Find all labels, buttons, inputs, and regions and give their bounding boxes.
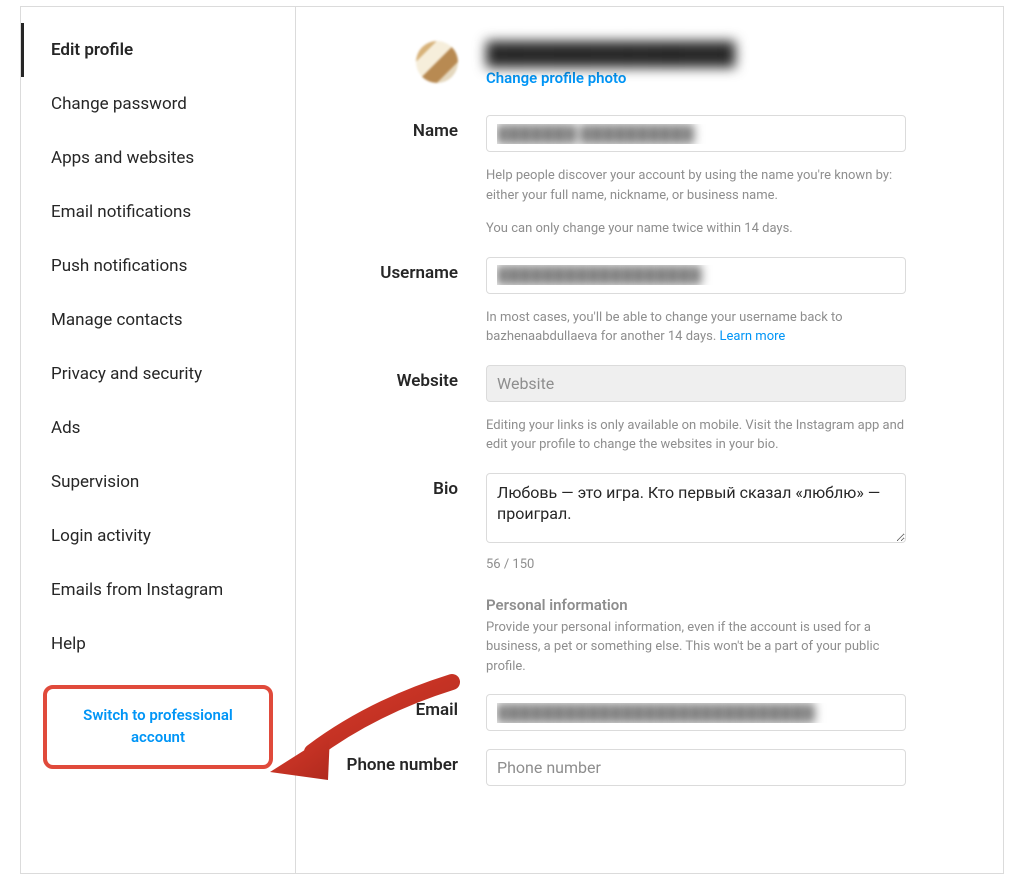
- sidebar-item-manage-contacts[interactable]: Manage contacts: [21, 293, 295, 347]
- email-input[interactable]: [486, 694, 906, 731]
- sidebar-item-label: Edit profile: [51, 40, 133, 60]
- website-label: Website: [332, 365, 486, 391]
- sidebar-item-privacy-security[interactable]: Privacy and security: [21, 347, 295, 401]
- username-learn-more-link[interactable]: Learn more: [720, 329, 786, 344]
- website-help: Editing your links is only available on …: [486, 416, 906, 455]
- sidebar-item-label: Push notifications: [51, 256, 187, 276]
- bio-label: Bio: [332, 473, 486, 499]
- phone-input[interactable]: [486, 749, 906, 786]
- personal-info-help: Provide your personal information, even …: [486, 618, 906, 677]
- change-profile-photo-link[interactable]: Change profile photo: [486, 69, 735, 87]
- sidebar-item-emails-instagram[interactable]: Emails from Instagram: [21, 563, 295, 617]
- sidebar-item-help[interactable]: Help: [21, 617, 295, 671]
- username-input[interactable]: [486, 257, 906, 294]
- sidebar-item-label: Email notifications: [51, 202, 191, 222]
- name-help-1: Help people discover your account by usi…: [486, 166, 906, 205]
- sidebar-item-change-password[interactable]: Change password: [21, 77, 295, 131]
- sidebar-item-edit-profile[interactable]: Edit profile: [21, 23, 295, 77]
- bio-char-count: 56 / 150: [486, 557, 906, 572]
- settings-sidebar: Edit profile Change password Apps and we…: [21, 7, 296, 873]
- sidebar-item-supervision[interactable]: Supervision: [21, 455, 295, 509]
- name-help-2: You can only change your name twice with…: [486, 219, 906, 239]
- username-help: In most cases, you'll be able to change …: [486, 308, 906, 347]
- sidebar-item-ads[interactable]: Ads: [21, 401, 295, 455]
- sidebar-item-label: Apps and websites: [51, 148, 194, 168]
- sidebar-item-label: Emails from Instagram: [51, 580, 223, 600]
- name-label: Name: [332, 115, 486, 141]
- sidebar-item-apps-websites[interactable]: Apps and websites: [21, 131, 295, 185]
- username-label: Username: [332, 257, 486, 283]
- personal-info-header: Personal information: [486, 596, 906, 614]
- avatar[interactable]: [416, 41, 458, 83]
- sidebar-item-push-notifications[interactable]: Push notifications: [21, 239, 295, 293]
- website-input: [486, 365, 906, 402]
- sidebar-item-label: Privacy and security: [51, 364, 202, 384]
- edit-profile-form: ████████████████ Change profile photo Na…: [296, 7, 1003, 873]
- sidebar-item-label: Ads: [51, 418, 80, 438]
- profile-header-row: ████████████████ Change profile photo: [332, 41, 941, 87]
- header-username: ████████████████: [486, 41, 735, 67]
- sidebar-item-label: Help: [51, 634, 86, 654]
- bio-textarea[interactable]: [486, 473, 906, 543]
- sidebar-item-email-notifications[interactable]: Email notifications: [21, 185, 295, 239]
- sidebar-item-label: Manage contacts: [51, 310, 183, 330]
- phone-label: Phone number: [332, 749, 486, 775]
- sidebar-item-label: Change password: [51, 94, 187, 114]
- settings-container: Edit profile Change password Apps and we…: [20, 6, 1004, 874]
- switch-account-highlight-box: Switch to professional account: [43, 685, 273, 769]
- switch-professional-account-link[interactable]: Switch to professional account: [55, 705, 261, 749]
- sidebar-item-label: Supervision: [51, 472, 139, 492]
- sidebar-item-login-activity[interactable]: Login activity: [21, 509, 295, 563]
- email-label: Email: [332, 694, 486, 720]
- name-input[interactable]: [486, 115, 906, 152]
- sidebar-item-label: Login activity: [51, 526, 151, 546]
